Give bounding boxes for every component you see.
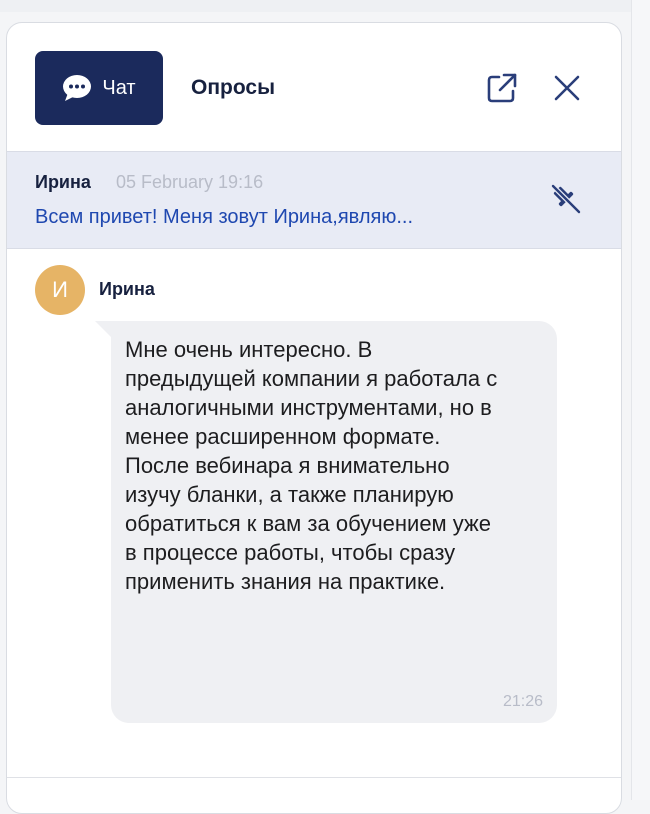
unpin-button[interactable] <box>548 181 584 217</box>
chat-header: Чат Опросы <box>7 23 621 151</box>
pinned-time: 05 February 19:16 <box>116 172 264 192</box>
pinned-text: Всем привет! Меня зовут Ирина,являю... <box>35 206 413 228</box>
pinned-author: Ирина <box>35 172 91 192</box>
chat-bubble-icon <box>63 75 92 101</box>
message-time: 21:26 <box>502 693 543 710</box>
close-button[interactable] <box>550 71 584 105</box>
avatar-letter: И <box>52 277 68 302</box>
tab-polls-label: Опросы <box>191 76 276 99</box>
bubble-tail <box>95 321 111 337</box>
tab-polls[interactable]: Опросы <box>191 51 275 125</box>
external-link-icon <box>487 73 517 103</box>
chat-panel: Чат Опросы Ирина 05 February 19:16 Всем … <box>6 22 622 814</box>
open-external-button[interactable] <box>485 71 519 105</box>
tab-chat-label: Чат <box>102 76 136 99</box>
unpin-icon <box>550 183 582 215</box>
message-text: Мне очень интересно. В предыдущей компан… <box>125 337 498 594</box>
message-author: Ирина <box>99 279 155 299</box>
top-strip <box>0 0 632 12</box>
message-bubble: Мне очень интересно. В предыдущей компан… <box>111 321 557 723</box>
pinned-message[interactable]: Ирина 05 February 19:16 Всем привет! Мен… <box>7 151 621 249</box>
close-icon <box>554 75 580 101</box>
tab-chat[interactable]: Чат <box>35 51 163 125</box>
avatar[interactable]: И <box>35 265 85 315</box>
divider <box>7 777 621 778</box>
scrollbar-track[interactable] <box>631 0 650 800</box>
